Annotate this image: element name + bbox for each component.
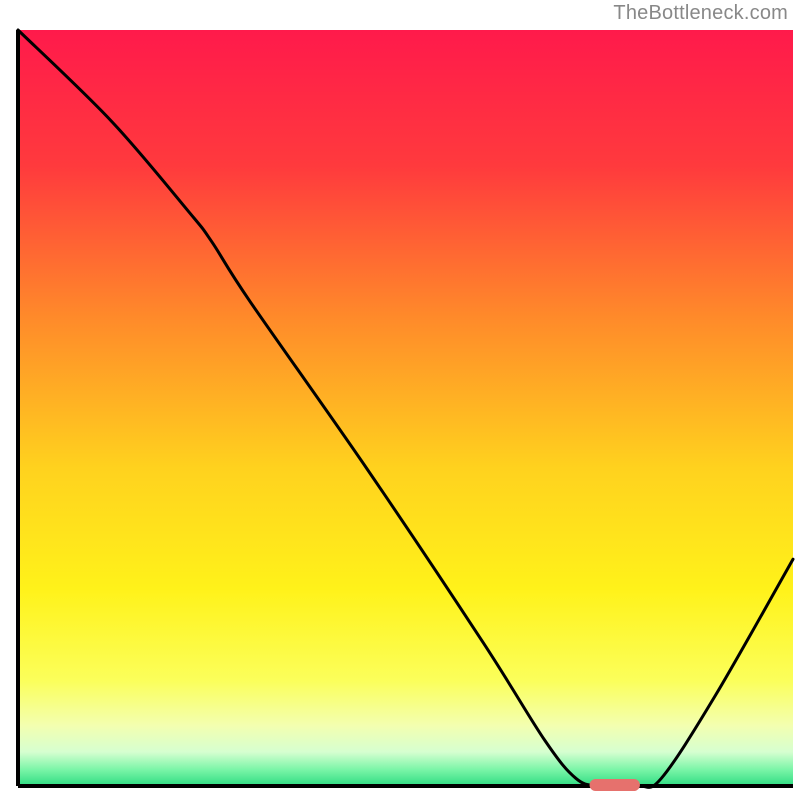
- optimal-marker: [590, 779, 640, 791]
- bottleneck-chart: [0, 0, 800, 800]
- chart-container: TheBottleneck.com: [0, 0, 800, 800]
- gradient-background: [18, 30, 793, 786]
- watermark-text: TheBottleneck.com: [613, 2, 788, 25]
